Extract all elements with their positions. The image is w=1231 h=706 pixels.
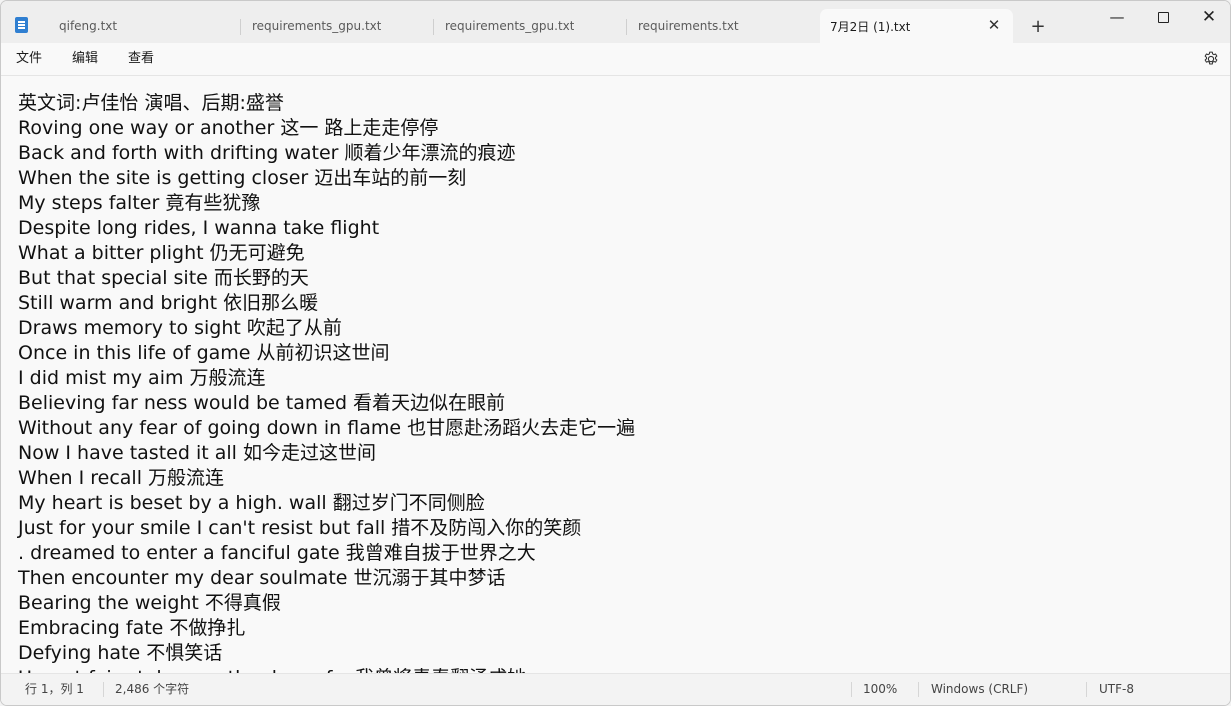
zoom-level[interactable]: 100% <box>863 682 897 696</box>
tab-label: requirements_gpu.txt <box>252 19 382 33</box>
text-line: . dreamed to enter a fanciful gate 我曾难自拔… <box>18 542 536 564</box>
menu-edit[interactable]: 编辑 <box>72 50 98 68</box>
character-count: 2,486 个字符 <box>115 682 190 696</box>
text-line: Without any fear of going down in flame … <box>18 417 636 439</box>
status-divider <box>918 682 919 697</box>
encoding[interactable]: UTF-8 <box>1099 682 1134 696</box>
text-line: Believing far ness would be tamed 看着天边似在… <box>18 392 506 414</box>
new-tab-button[interactable]: + <box>1027 17 1049 39</box>
settings-gear-icon[interactable] <box>1202 50 1220 68</box>
text-line: Draws memory to sight 吹起了从前 <box>18 317 342 339</box>
text-line: I did mist my aim 万般流连 <box>18 367 266 389</box>
close-window-button[interactable]: ✕ <box>1186 1 1230 33</box>
line-ending[interactable]: Windows (CRLF) <box>931 682 1028 696</box>
tab-active-7yue2ri[interactable]: 7月2日 (1).txt ✕ <box>820 9 1013 43</box>
tab-requirements-gpu-1[interactable]: requirements_gpu.txt <box>241 9 434 43</box>
cursor-position: 行 1，列 1 <box>25 682 84 696</box>
text-content: 英文词:卢佳怡 演唱、后期:盛誉 Roving one way or anoth… <box>18 91 635 674</box>
tab-label: requirements_gpu.txt <box>445 19 575 33</box>
text-line: Just for your smile I can't resist but f… <box>18 517 582 539</box>
notepad-window: qifeng.txt requirements_gpu.txt requirem… <box>0 0 1231 706</box>
tab-requirements[interactable]: requirements.txt <box>627 9 820 43</box>
text-line: Then encounter my dear soulmate 世沉溺于其中梦话 <box>18 567 506 589</box>
menu-file[interactable]: 文件 <box>16 50 42 68</box>
text-line: But that special site 而长野的天 <box>18 267 309 289</box>
menu-bar: 文件 编辑 查看 <box>1 43 1230 76</box>
tab-requirements-gpu-2[interactable]: requirements_gpu.txt <box>434 9 627 43</box>
status-divider <box>103 682 104 697</box>
text-line: When the site is getting closer 迈出车站的前一刻 <box>18 167 467 189</box>
tab-qifeng[interactable]: qifeng.txt <box>48 9 241 43</box>
text-line: Despite long rides, I wanna take flight <box>18 217 380 239</box>
text-line: My steps falter 竟有些犹豫 <box>18 192 261 214</box>
text-line: Now I have tasted it all 如今走过这世间 <box>18 442 376 464</box>
text-line: My heart is beset by a high. wall 翻过岁门不同… <box>18 492 485 514</box>
text-line: Once in this life of game 从前初识这世间 <box>18 342 390 364</box>
text-line: When I recall 万般流连 <box>18 467 225 489</box>
status-divider <box>851 682 852 697</box>
text-line: Defying hate 不惧笑话 <box>18 642 223 664</box>
menu-view[interactable]: 查看 <box>128 50 154 68</box>
text-line: Roving one way or another 这一 路上走走停停 <box>18 117 439 139</box>
text-line: Still warm and bright 依旧那么暖 <box>18 292 319 314</box>
status-divider <box>1086 682 1087 697</box>
text-line: Bearing the weight 不得真假 <box>18 592 281 614</box>
minimize-button[interactable]: — <box>1094 1 1140 33</box>
tab-label: 7月2日 (1).txt <box>830 19 911 34</box>
text-line: What a bitter plight 仍无可避免 <box>18 242 305 264</box>
text-line: 英文词:卢佳怡 演唱、后期:盛誉 <box>18 92 284 114</box>
notepad-icon <box>15 17 28 33</box>
tab-bar: qifeng.txt requirements_gpu.txt requirem… <box>1 1 1230 43</box>
status-bar: 行 1，列 1 2,486 个字符 100% Windows (CRLF) UT… <box>1 673 1230 705</box>
maximize-button[interactable] <box>1140 1 1186 33</box>
maximize-icon <box>1157 12 1169 23</box>
close-tab-icon[interactable]: ✕ <box>987 18 1001 33</box>
text-line: Embracing fate 不做挣扎 <box>18 617 246 639</box>
tab-label: qifeng.txt <box>59 19 118 33</box>
tab-label: requirements.txt <box>638 19 739 33</box>
text-line: Back and forth with drifting water 顺着少年漂… <box>18 142 516 164</box>
text-editor[interactable]: 英文词:卢佳怡 演唱、后期:盛誉 Roving one way or anoth… <box>1 76 1230 674</box>
